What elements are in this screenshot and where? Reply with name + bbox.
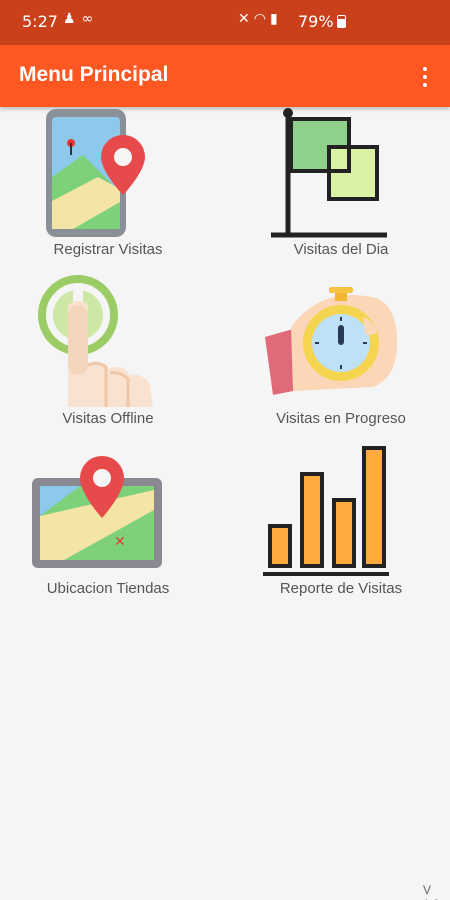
mute-icon: ✕ xyxy=(238,11,254,27)
app-bar: Menu Principal xyxy=(0,45,450,107)
menu-item-visitas-offline[interactable]: Visitas Offline xyxy=(8,273,208,433)
voicemail-icon: ∞ xyxy=(81,11,100,27)
menu-item-label: Ubicacion Tiendas xyxy=(46,580,170,597)
bar-chart-icon xyxy=(263,446,389,576)
menu-item-reporte-de-visitas[interactable]: Reporte de Visitas xyxy=(241,440,441,600)
stopwatch-hand-icon xyxy=(265,287,398,395)
menu-item-label: Visitas Offline xyxy=(62,410,154,427)
menu-item-label: Registrar Visitas xyxy=(53,241,163,258)
battery-indicator: 79% xyxy=(298,12,346,31)
battery-icon xyxy=(336,15,346,28)
menu-item-ubicacion-tiendas[interactable]: ✕ Ubicacion Tiendas xyxy=(8,440,208,600)
touch-power-icon xyxy=(38,275,153,407)
phone-map-pin-icon xyxy=(46,109,145,237)
signal-icon: ▮ xyxy=(269,11,282,27)
menu-item-visitas-en-progreso[interactable]: Visitas en Progreso xyxy=(241,273,441,433)
battery-percent: 79% xyxy=(298,12,334,31)
menu-item-label: Visitas del Dia xyxy=(293,241,389,258)
svg-text:✕: ✕ xyxy=(114,534,126,550)
status-bar: 5:27 ♟∞ ✕◠▮ 79% xyxy=(0,0,450,45)
status-time: 5:27 xyxy=(22,12,58,31)
notification-icon: ♟ xyxy=(63,11,82,27)
menu-item-registrar-visitas[interactable]: Registrar Visitas xyxy=(8,107,208,267)
notification-icons: ♟∞ xyxy=(63,11,99,27)
version-label: V 1.0 xyxy=(423,883,440,900)
more-vert-icon[interactable] xyxy=(415,64,435,90)
flag-icon xyxy=(271,108,387,238)
page-title: Menu Principal xyxy=(19,63,169,86)
menu-item-label: Reporte de Visitas xyxy=(279,580,403,597)
system-icons: ✕◠▮ xyxy=(238,11,282,27)
map-pin-icon: ✕ xyxy=(32,456,162,568)
menu-item-label: Visitas en Progreso xyxy=(276,410,406,427)
menu-item-visitas-del-dia[interactable]: Visitas del Dia xyxy=(241,107,441,267)
wifi-icon: ◠ xyxy=(253,11,270,27)
